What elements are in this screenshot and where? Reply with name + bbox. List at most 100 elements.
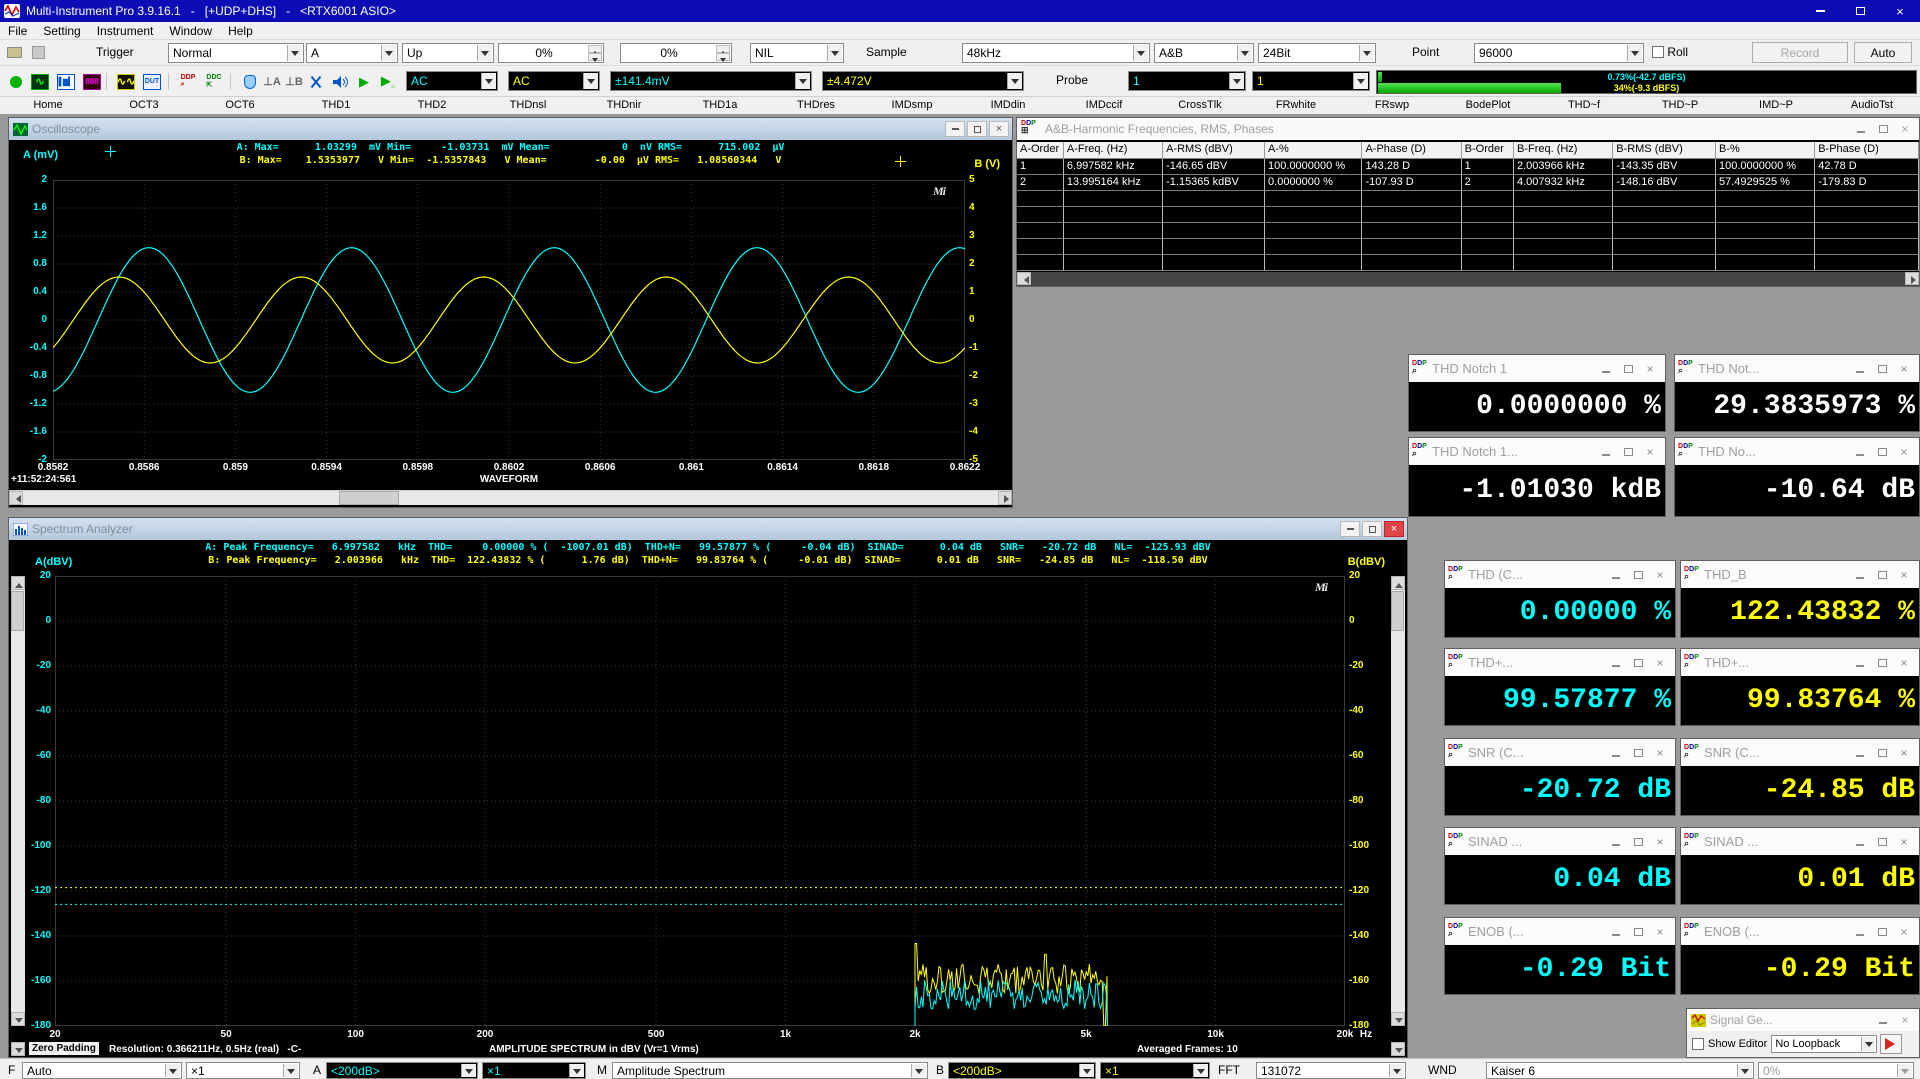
scroll-down-icon[interactable]	[11, 1012, 25, 1026]
oscilloscope-restore-icon[interactable]	[967, 121, 987, 137]
ddp-close-icon[interactable]: ×	[1893, 568, 1915, 582]
chevron-down-icon[interactable]	[1229, 73, 1244, 89]
chevron-down-icon[interactable]	[795, 73, 810, 89]
spectrum-titlebar[interactable]: Spectrum Analyzer ×	[9, 518, 1407, 540]
window-close-icon[interactable]: ×	[1880, 0, 1920, 22]
column-header[interactable]: B-%	[1716, 142, 1815, 158]
spin-up-icon[interactable]	[716, 45, 730, 53]
harmonics-close-icon[interactable]: ×	[1894, 122, 1916, 136]
ddp-minimize-icon[interactable]	[1849, 835, 1871, 849]
trigger-mode-select[interactable]: Normal	[168, 43, 304, 63]
tab-thdnir[interactable]: THDnir	[576, 97, 672, 114]
ddp-close-icon[interactable]: ×	[1893, 925, 1915, 939]
ddp-minimize-icon[interactable]	[1849, 445, 1871, 459]
chevron-down-icon[interactable]	[1861, 1037, 1875, 1051]
ddp-titlebar[interactable]: DDP⌕THD_B×	[1681, 561, 1919, 588]
tab-oct3[interactable]: OCT3	[96, 97, 192, 114]
column-header[interactable]: A-RMS (dBV)	[1163, 142, 1265, 158]
scroll-thumb[interactable]	[339, 491, 399, 505]
signal-generator-titlebar[interactable]: Signal Ge... ×	[1687, 1009, 1919, 1031]
zero-a-icon[interactable]: ⊥A	[262, 72, 282, 91]
chevron-down-icon[interactable]	[1627, 45, 1642, 61]
window-function-select[interactable]: Kaiser 6	[1486, 1062, 1754, 1079]
trigger-level-spinner[interactable]: 0%	[498, 43, 604, 63]
table-row[interactable]: 213.995164 kHz-1.15365 kdBV0.0000000 %-1…	[1017, 175, 1919, 191]
ddp-close-icon[interactable]: ×	[1893, 835, 1915, 849]
trigger-delay-spinner[interactable]: 0%	[620, 43, 732, 63]
column-header[interactable]: A-Freq. (Hz)	[1064, 142, 1163, 158]
scroll-right-icon[interactable]	[998, 491, 1012, 505]
chevron-down-icon[interactable]	[1133, 45, 1148, 61]
spectrum-restore-icon[interactable]	[1362, 521, 1382, 537]
chevron-down-icon[interactable]	[283, 1064, 298, 1077]
tab-frwhite[interactable]: FRwhite	[1248, 97, 1344, 114]
ddp-maximize-icon[interactable]	[1871, 925, 1893, 939]
harmonics-maximize-icon[interactable]	[1872, 122, 1894, 136]
range-b-select[interactable]: ±4.472V	[822, 71, 1024, 91]
ddp-titlebar[interactable]: DDP⌕THD (C...×	[1445, 561, 1675, 588]
overlap-select[interactable]: 0%	[1758, 1062, 1914, 1079]
probe-b-select[interactable]: 1	[1252, 71, 1370, 91]
auto-button[interactable]: Auto	[1854, 42, 1912, 63]
ddp-minimize-icon[interactable]	[1595, 445, 1617, 459]
ddp-titlebar[interactable]: DDP⌕THD+...×	[1681, 649, 1919, 676]
table-row[interactable]	[1017, 191, 1919, 207]
ddp-close-icon[interactable]: ×	[1893, 445, 1915, 459]
spectrum-close-icon[interactable]: ×	[1384, 521, 1404, 537]
column-header[interactable]: B-Freq. (Hz)	[1514, 142, 1613, 158]
ddp-close-icon[interactable]: ×	[1639, 362, 1661, 376]
ddp-close-icon[interactable]: ×	[1893, 656, 1915, 670]
display-mode-select[interactable]: Amplitude Spectrum	[612, 1062, 928, 1079]
chevron-down-icon[interactable]	[1193, 1064, 1208, 1077]
tab-thdres[interactable]: THDres	[768, 97, 864, 114]
ddp-close-icon[interactable]: ×	[1893, 746, 1915, 760]
menu-instrument[interactable]: Instrument	[89, 22, 162, 40]
trigger-source-select[interactable]: A	[306, 43, 398, 63]
signal-generator-icon[interactable]: ∿∿	[116, 72, 136, 91]
ddp-minimize-icon[interactable]	[1849, 925, 1871, 939]
column-header[interactable]: B-RMS (dBV)	[1613, 142, 1716, 158]
loopback-select[interactable]: No Loopback	[1771, 1035, 1877, 1053]
roll-option[interactable]: Roll	[1652, 45, 1688, 59]
window-minimize-icon[interactable]	[1800, 0, 1840, 22]
ddp-maximize-icon[interactable]	[1871, 568, 1893, 582]
run-loop-icon[interactable]: ▶○	[378, 72, 398, 91]
scroll-right-icon[interactable]	[1905, 272, 1919, 285]
spin-down-icon[interactable]	[716, 53, 730, 61]
chevron-down-icon[interactable]	[287, 45, 302, 61]
generator-play-button[interactable]	[1880, 1034, 1902, 1054]
table-row[interactable]	[1017, 223, 1919, 239]
ddp-titlebar[interactable]: DDP⌕THD Not...×	[1675, 355, 1919, 382]
spectrum-minimize-icon[interactable]	[1340, 521, 1360, 537]
scroll-thumb[interactable]	[1391, 591, 1404, 631]
chevron-down-icon[interactable]	[1359, 45, 1374, 61]
ddp-viewer-icon[interactable]: DDP⌕	[178, 72, 198, 91]
app-titlebar[interactable]: Multi-Instrument Pro 3.9.16.1 - [+UDP+DH…	[0, 0, 1920, 22]
roll-checkbox[interactable]	[1652, 46, 1664, 58]
tab-bodeplot[interactable]: BodePlot	[1440, 97, 1536, 114]
trigger-marker-b-icon[interactable]	[895, 156, 906, 167]
ddp-minimize-icon[interactable]	[1849, 362, 1871, 376]
chevron-down-icon[interactable]	[1737, 1064, 1752, 1077]
oscilloscope-close-icon[interactable]: ×	[989, 121, 1009, 137]
oscilloscope-minimize-icon[interactable]	[945, 121, 965, 137]
tab-thd1a[interactable]: THD1a	[672, 97, 768, 114]
scroll-left-icon[interactable]	[9, 491, 23, 505]
b-mult-select[interactable]: ×1	[1100, 1062, 1210, 1079]
tab-imdsmp[interactable]: IMDsmp	[864, 97, 960, 114]
tab-thdnsl[interactable]: THDnsl	[480, 97, 576, 114]
tab-thd2[interactable]: THD2	[384, 97, 480, 114]
table-row[interactable]	[1017, 239, 1919, 255]
range-a-select[interactable]: ±141.4mV	[610, 71, 812, 91]
ddp-minimize-icon[interactable]	[1605, 746, 1627, 760]
fft-size-select[interactable]: 131072	[1256, 1062, 1406, 1079]
spin-up-icon[interactable]	[588, 45, 602, 53]
trigger-marker-a-icon[interactable]	[105, 146, 116, 157]
ddp-minimize-icon[interactable]	[1605, 568, 1627, 582]
open-file-icon[interactable]	[4, 43, 24, 62]
column-header[interactable]: B-Order	[1462, 142, 1514, 158]
ddp-maximize-icon[interactable]	[1871, 656, 1893, 670]
ddp-titlebar[interactable]: DDP⌕THD No...×	[1675, 438, 1919, 465]
tab-imddin[interactable]: IMDdin	[960, 97, 1056, 114]
ddp-close-icon[interactable]: ×	[1649, 835, 1671, 849]
